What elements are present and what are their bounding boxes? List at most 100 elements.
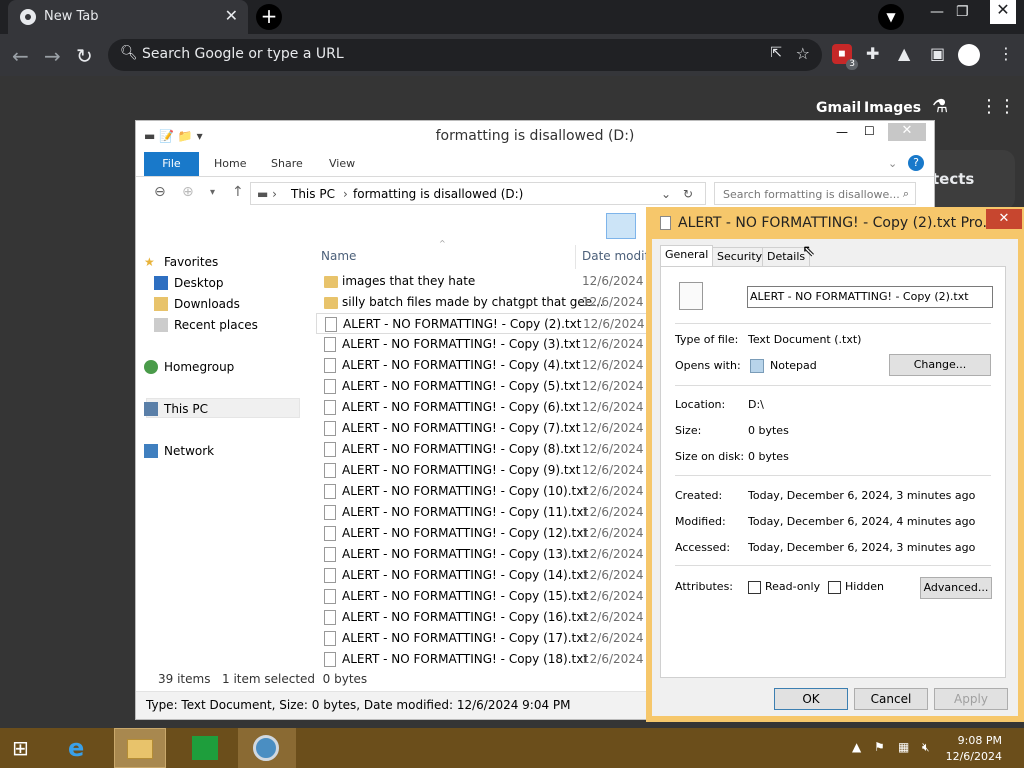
- recent-locations-icon[interactable]: ▾: [210, 187, 215, 198]
- ntp-images-link[interactable]: Images: [864, 100, 921, 116]
- ribbon-tab-file[interactable]: File: [144, 152, 199, 176]
- location-value: D:\: [748, 398, 764, 411]
- internet-explorer-icon: e: [68, 734, 85, 762]
- nav-desktop[interactable]: Desktop: [154, 276, 224, 290]
- ribbon-tab-view[interactable]: View: [329, 157, 355, 170]
- properties-titlebar: ALERT - NO FORMATTING! - Copy (2).txt Pr…: [646, 207, 1024, 239]
- nav-homegroup[interactable]: Homegroup: [144, 360, 234, 374]
- address-dropdown-icon[interactable]: ⌄: [661, 187, 671, 201]
- search-labs-icon[interactable]: ⚗: [932, 96, 948, 117]
- properties-close-button[interactable]: ✕: [986, 209, 1022, 229]
- network-tray-icon[interactable]: ▦: [898, 740, 909, 754]
- share-icon[interactable]: ⇱: [770, 45, 782, 61]
- hidden-checkbox[interactable]: [828, 581, 841, 594]
- up-arrow-icon[interactable]: ↑: [232, 184, 244, 200]
- size-on-disk-value: 0 bytes: [748, 450, 789, 463]
- readonly-checkbox[interactable]: [748, 581, 761, 594]
- new-tab-button[interactable]: +: [256, 4, 282, 30]
- breadcrumb-separator-icon: ›: [343, 187, 348, 201]
- browser-icon: [253, 735, 279, 761]
- text-file-icon: [324, 589, 336, 604]
- explorer-close-button[interactable]: ✕: [888, 123, 926, 141]
- text-file-icon: [325, 317, 337, 332]
- forward-arrow-icon[interactable]: ⊕: [182, 184, 194, 200]
- column-name[interactable]: Name: [321, 249, 356, 263]
- restore-icon[interactable]: ❐: [956, 4, 969, 20]
- nav-favorites[interactable]: ★ Favorites: [144, 255, 218, 269]
- action-center-flag-icon[interactable]: ⚑: [874, 740, 885, 754]
- nav-network[interactable]: Network: [144, 444, 214, 458]
- labs-flask-icon[interactable]: ▲: [898, 44, 910, 63]
- text-file-icon: [324, 421, 336, 436]
- extension-icon[interactable]: ◼ 3: [832, 44, 858, 70]
- preview-pane-button[interactable]: [606, 213, 636, 239]
- chrome-menu-icon[interactable]: ⋮: [998, 44, 1014, 63]
- filename-field[interactable]: ALERT - NO FORMATTING! - Copy (2).txt: [747, 286, 993, 308]
- minimize-icon[interactable]: —: [930, 4, 944, 20]
- taskbar-chrome[interactable]: [238, 728, 296, 768]
- text-file-icon: [324, 400, 336, 415]
- tab-general[interactable]: General: [660, 245, 714, 267]
- file-name: ALERT - NO FORMATTING! - Copy (16).txt: [342, 610, 589, 624]
- back-icon[interactable]: ←: [12, 44, 29, 68]
- text-file-icon: [324, 379, 336, 394]
- extension-badge-count: 3: [846, 59, 858, 70]
- file-name: ALERT - NO FORMATTING! - Copy (11).txt: [342, 505, 589, 519]
- tab-new-tab[interactable]: New Tab ✕: [8, 0, 248, 34]
- apply-button[interactable]: Apply: [934, 688, 1008, 710]
- clock-date[interactable]: 12/6/2024: [946, 750, 1002, 763]
- general-panel: ALERT - NO FORMATTING! - Copy (2).txt Ty…: [660, 266, 1006, 678]
- ntp-gmail-link[interactable]: Gmail: [816, 100, 861, 116]
- folder-icon: [127, 739, 153, 759]
- google-apps-icon[interactable]: ⋮⋮: [980, 96, 1016, 117]
- volume-muted-icon[interactable]: 🔇︎: [922, 740, 930, 755]
- ok-button[interactable]: OK: [774, 688, 848, 710]
- advanced-button[interactable]: Advanced...: [920, 577, 992, 599]
- start-button[interactable]: ⊞: [0, 728, 60, 768]
- taskbar-internet-explorer[interactable]: e: [52, 728, 112, 768]
- tab-search-button[interactable]: ▼: [878, 4, 904, 30]
- taskbar-file-explorer[interactable]: [114, 728, 166, 768]
- ribbon-expand-icon[interactable]: ⌄: [888, 157, 897, 170]
- omnibox[interactable]: 🔍︎ Search Google or type a URL ⇱ ☆: [108, 39, 822, 71]
- explorer-title: formatting is disallowed (D:): [435, 128, 635, 144]
- breadcrumb-this-pc[interactable]: This PC: [291, 187, 335, 201]
- nav-thispc[interactable]: This PC: [144, 402, 208, 416]
- side-panel-icon[interactable]: ▣: [930, 44, 945, 63]
- profile-avatar[interactable]: [958, 44, 980, 66]
- extensions-puzzle-icon[interactable]: ✚: [866, 44, 879, 63]
- column-divider[interactable]: [575, 245, 576, 269]
- readonly-label: Read-only: [765, 580, 821, 593]
- chrome-close-button[interactable]: ✕: [990, 0, 1016, 24]
- tab-security[interactable]: Security: [712, 247, 768, 267]
- breadcrumb-drive[interactable]: formatting is disallowed (D:): [353, 187, 523, 201]
- forward-icon[interactable]: →: [44, 44, 61, 68]
- text-file-icon: [324, 442, 336, 457]
- item-count: 39 items: [158, 672, 211, 686]
- ribbon-tab-home[interactable]: Home: [214, 157, 246, 170]
- help-icon[interactable]: ?: [908, 155, 924, 171]
- change-button[interactable]: Change...: [889, 354, 991, 376]
- address-bar[interactable]: ▬ › This PC › formatting is disallowed (…: [250, 182, 706, 205]
- explorer-search-input[interactable]: Search formatting is disallowe... ⌕: [714, 182, 916, 205]
- properties-title: ALERT - NO FORMATTING! - Copy (2).txt Pr…: [678, 215, 996, 231]
- nav-desktop-label: Desktop: [174, 276, 224, 290]
- refresh-icon[interactable]: ↻: [683, 187, 693, 201]
- text-file-icon: [324, 484, 336, 499]
- bookmark-star-icon[interactable]: ☆: [796, 44, 810, 63]
- explorer-minimize-icon[interactable]: —: [836, 125, 848, 139]
- folder-icon: [324, 297, 338, 309]
- clock-time[interactable]: 9:08 PM: [958, 734, 1002, 747]
- explorer-maximize-icon[interactable]: ☐: [864, 124, 875, 138]
- cancel-button[interactable]: Cancel: [854, 688, 928, 710]
- back-arrow-icon[interactable]: ⊖: [154, 184, 166, 200]
- nav-recent[interactable]: Recent places: [154, 318, 258, 332]
- reload-icon[interactable]: ↻: [76, 44, 93, 68]
- taskbar-store[interactable]: [176, 728, 236, 768]
- tab-close-icon[interactable]: ✕: [225, 6, 238, 25]
- file-name: ALERT - NO FORMATTING! - Copy (8).txt: [342, 442, 581, 456]
- ribbon-tab-share[interactable]: Share: [271, 157, 303, 170]
- nav-downloads[interactable]: Downloads: [154, 297, 240, 311]
- file-name: ALERT - NO FORMATTING! - Copy (2).txt: [343, 317, 582, 331]
- show-hidden-icons[interactable]: ▲: [852, 740, 861, 754]
